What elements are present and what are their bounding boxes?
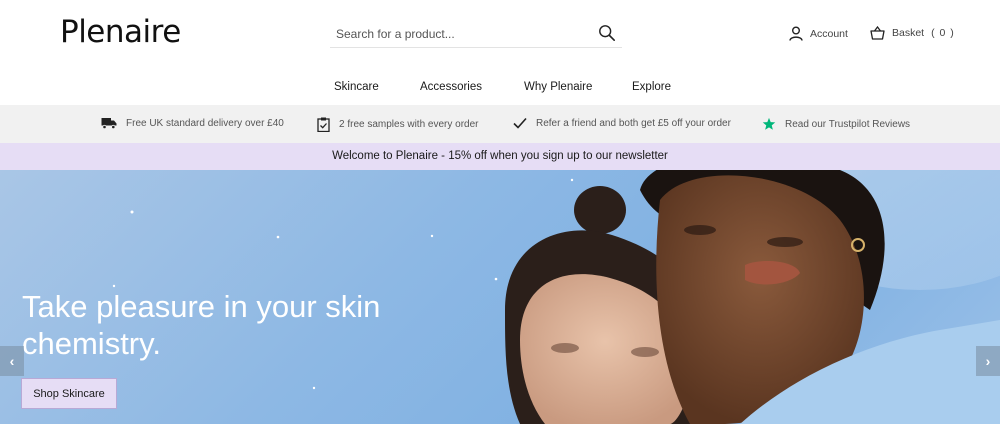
account-link[interactable]: Account xyxy=(789,26,848,41)
usp-delivery-text: Free UK standard delivery over £40 xyxy=(126,117,284,129)
nav-item-why-plenaire[interactable]: Why Plenaire xyxy=(524,70,592,93)
search-bar xyxy=(330,20,622,48)
user-icon xyxy=(789,26,803,41)
usp-referral-text: Refer a friend and both get £5 off your … xyxy=(536,117,731,129)
carousel-next-button[interactable]: › xyxy=(976,346,1000,376)
truck-icon xyxy=(101,118,117,129)
hero-heading: Take pleasure in your skin chemistry. xyxy=(22,289,381,361)
nav-item-accessories[interactable]: Accessories xyxy=(420,70,482,93)
usp-trustpilot-text: Read our Trustpilot Reviews xyxy=(785,118,911,130)
clipboard-icon xyxy=(317,117,330,132)
basket-link[interactable]: Basket ( 0 ) xyxy=(870,26,955,40)
star-icon xyxy=(762,117,776,130)
usp-trustpilot[interactable]: Read our Trustpilot Reviews xyxy=(762,117,910,131)
main-nav: Skincare Accessories Why Plenaire Explor… xyxy=(0,70,1000,105)
nav-item-explore[interactable]: Explore xyxy=(632,70,671,93)
search-icon[interactable] xyxy=(598,24,616,42)
carousel-prev-button[interactable]: ‹ xyxy=(0,346,24,376)
account-label: Account xyxy=(810,27,848,40)
newsletter-promo-banner[interactable]: Welcome to Plenaire - 15% off when you s… xyxy=(0,143,1000,170)
usp-bar: Free UK standard delivery over £40 2 fre… xyxy=(0,105,1000,143)
hero-carousel: Take pleasure in your skin chemistry. Sh… xyxy=(0,170,1000,424)
nav-item-skincare[interactable]: Skincare xyxy=(334,70,379,93)
basket-label: Basket xyxy=(892,27,925,39)
checkmark-icon xyxy=(513,117,527,129)
basket-count: ( 0 ) xyxy=(931,27,955,39)
basket-icon xyxy=(870,26,885,40)
search-input[interactable] xyxy=(336,23,586,45)
shop-skincare-button[interactable]: Shop Skincare xyxy=(21,378,117,409)
usp-referral: Refer a friend and both get £5 off your … xyxy=(513,117,731,129)
usp-delivery: Free UK standard delivery over £40 xyxy=(101,117,284,129)
site-logo[interactable]: Plenaire xyxy=(60,14,181,50)
chevron-right-icon: › xyxy=(985,353,991,369)
site-header: Plenaire Account Basket ( 0 ) xyxy=(0,0,1000,70)
usp-samples-text: 2 free samples with every order xyxy=(339,119,479,130)
usp-samples: 2 free samples with every order xyxy=(317,117,479,132)
chevron-left-icon: ‹ xyxy=(9,353,15,369)
